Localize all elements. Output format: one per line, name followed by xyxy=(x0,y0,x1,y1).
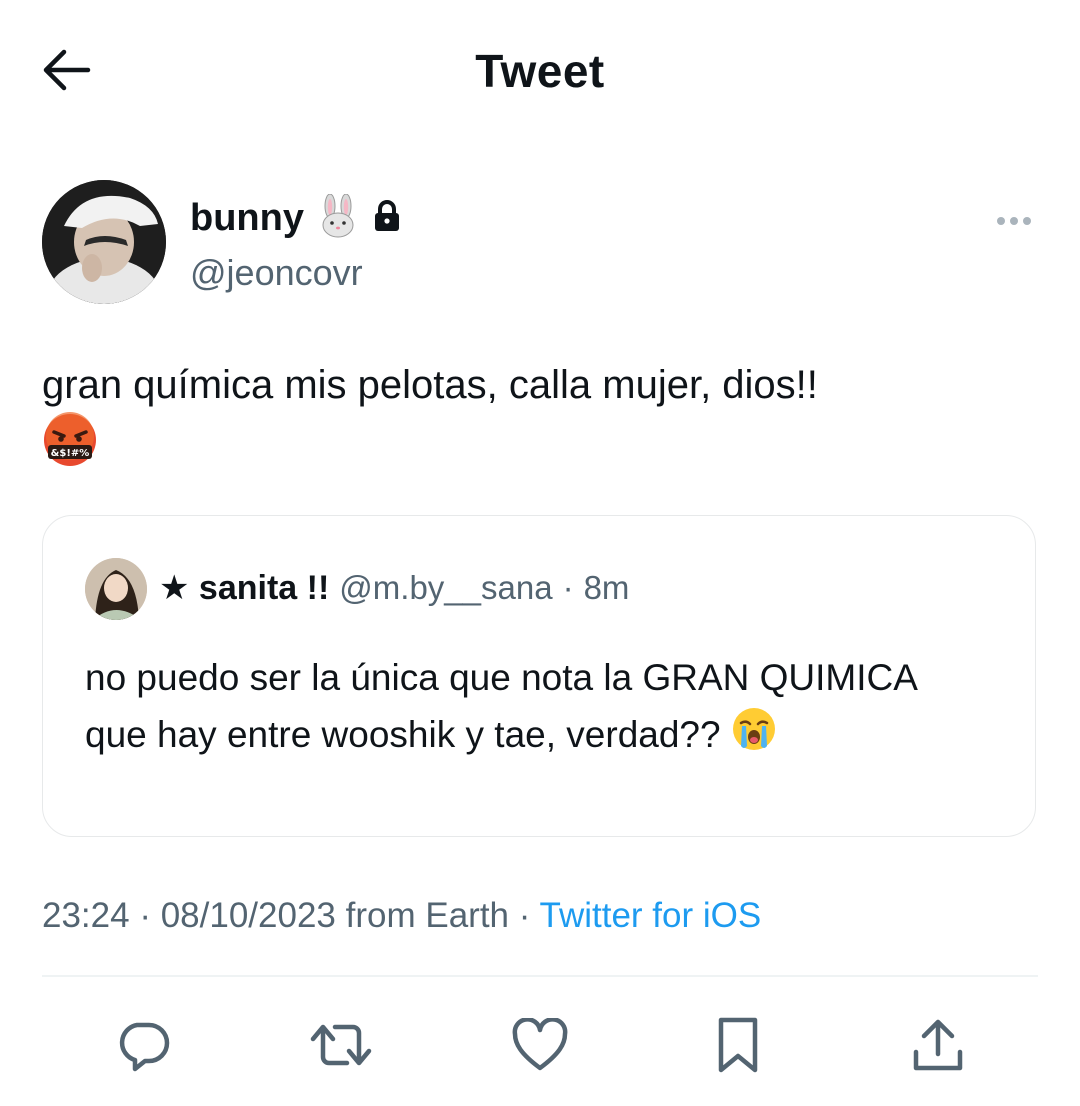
separator-dot: · xyxy=(562,569,574,606)
divider xyxy=(42,975,1038,977)
lock-icon xyxy=(372,199,402,238)
bookmark-button[interactable] xyxy=(703,1010,773,1080)
tweet-author: bunny @jeoncovr xyxy=(42,180,1042,310)
reply-icon xyxy=(119,1022,170,1072)
tweet-timestamp: 23:24 · 08/10/2023 from Earth · Twitter … xyxy=(42,896,761,936)
quoted-display-name[interactable]: ★ sanita !! xyxy=(159,568,329,608)
tweet-date[interactable]: 08/10/2023 xyxy=(161,896,336,935)
tweet-location: from Earth xyxy=(345,896,510,935)
reply-button[interactable] xyxy=(108,1010,178,1080)
tweet-time[interactable]: 23:24 xyxy=(42,896,130,935)
share-button[interactable] xyxy=(903,1010,973,1080)
separator-dot: · xyxy=(518,896,531,935)
quoted-text: no puedo ser la única que nota la GRAN Q… xyxy=(85,657,916,755)
retweet-button[interactable] xyxy=(306,1010,376,1080)
more-icon xyxy=(997,217,1031,225)
share-icon xyxy=(913,1019,963,1071)
like-button[interactable] xyxy=(505,1010,575,1080)
top-bar: Tweet xyxy=(0,0,1080,140)
more-options-button[interactable] xyxy=(996,214,1032,226)
cursing-face-emoji-icon: &$!#% xyxy=(42,412,98,482)
quoted-meta: ★ sanita !! @m.by__sana · 8m xyxy=(159,568,629,608)
action-bar xyxy=(0,1010,1080,1080)
svg-text:&$!#%: &$!#% xyxy=(51,448,90,459)
quoted-handle[interactable]: @m.by__sana xyxy=(339,569,552,607)
crying-face-emoji-icon xyxy=(731,706,777,768)
quoted-body: no puedo ser la única que nota la GRAN Q… xyxy=(85,650,985,768)
page-title: Tweet xyxy=(475,45,605,97)
heart-icon xyxy=(512,1018,568,1071)
separator-dot: · xyxy=(139,896,151,935)
author-name-row: bunny xyxy=(190,192,402,244)
avatar-image xyxy=(42,180,166,304)
tweet-text: gran química mis pelotas, calla mujer, d… xyxy=(42,363,818,407)
quoted-time: 8m xyxy=(583,569,630,606)
rabbit-emoji-icon xyxy=(318,193,358,243)
tweet-body: gran química mis pelotas, calla mujer, d… xyxy=(42,358,1032,482)
author-handle[interactable]: @jeoncovr xyxy=(190,252,363,294)
quoted-tweet[interactable]: ★ sanita !! @m.by__sana · 8m no puedo se… xyxy=(42,515,1036,837)
quoted-avatar-image xyxy=(85,558,147,620)
author-display-name[interactable]: bunny xyxy=(190,197,304,240)
avatar[interactable] xyxy=(42,180,166,304)
quoted-avatar[interactable] xyxy=(85,558,147,620)
bookmark-icon xyxy=(718,1017,758,1073)
retweet-icon xyxy=(310,1024,372,1066)
tweet-source-link[interactable]: Twitter for iOS xyxy=(540,896,762,935)
